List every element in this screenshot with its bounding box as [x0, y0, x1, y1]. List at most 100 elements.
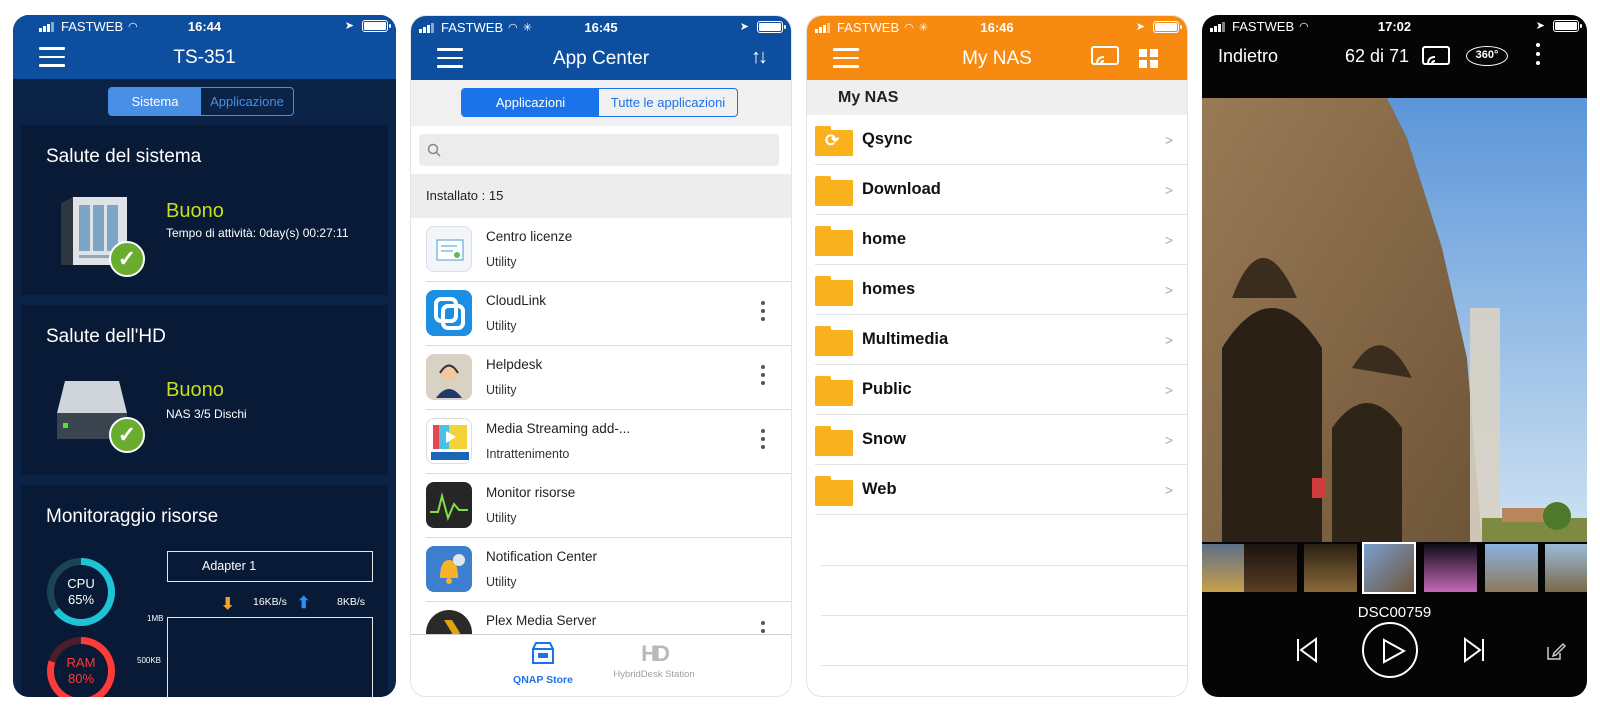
section-header: My NAS: [807, 80, 1187, 115]
chevron-right-icon: >: [1164, 132, 1173, 148]
cloudlink-icon: [426, 290, 472, 336]
adapter-select[interactable]: Adapter 1: [167, 551, 373, 582]
thumbnail-selected[interactable]: [1362, 542, 1416, 594]
license-center-icon: [426, 226, 472, 272]
folder-snow[interactable]: Snow >: [815, 415, 1187, 465]
hd-health-card[interactable]: Salute dell'HD ✓ Buono NAS 3/5 Dischi: [21, 305, 388, 475]
folder-name: Download: [862, 180, 941, 198]
ram-gauge: RAM 80%: [47, 637, 115, 697]
list-item[interactable]: Media Streaming add-... Intrattenimento: [411, 410, 791, 474]
chevron-right-icon: >: [1164, 382, 1173, 398]
status-good: Buono: [166, 379, 224, 401]
thumbnail[interactable]: [1545, 544, 1587, 592]
resource-monitor-icon: [426, 482, 472, 528]
status-bar: FASTWEB ◠ ✳ 16:45 ➤: [411, 16, 791, 40]
tab-applicazione[interactable]: Applicazione: [201, 88, 293, 115]
tab-tutte-le-applicazioni[interactable]: Tutte le applicazioni: [599, 89, 737, 116]
more-options-icon[interactable]: [761, 365, 767, 389]
divider: [821, 565, 1187, 566]
thumbnail[interactable]: [1244, 544, 1297, 592]
list-item[interactable]: CloudLink Utility: [411, 282, 791, 346]
app-name: Notification Center: [486, 549, 598, 564]
photo-image[interactable]: [1202, 98, 1587, 542]
card-title: Monitoraggio risorse: [46, 506, 219, 527]
app-category: Utility: [486, 319, 517, 333]
play-button[interactable]: [1362, 622, 1418, 678]
chevron-right-icon: >: [1164, 432, 1173, 448]
back-button[interactable]: Indietro: [1218, 46, 1278, 67]
battery-icon: [1153, 20, 1182, 33]
thumbnail[interactable]: [1304, 544, 1357, 592]
clock: 16:44: [187, 19, 222, 34]
clock: 16:45: [584, 20, 618, 35]
folder-public[interactable]: Public >: [815, 365, 1187, 415]
thumbnail[interactable]: [1485, 544, 1538, 592]
list-item[interactable]: Helpdesk Utility: [411, 346, 791, 410]
folder-list: ⟳ Qsync > Download > home > homes > Mult…: [807, 115, 1187, 696]
battery-icon: [757, 20, 786, 33]
tab-applicazioni[interactable]: Applicazioni: [462, 89, 599, 116]
phone-system-status: FASTWEB ◠ 16:44 ➤ TS-351 Sistema Applicaz…: [13, 15, 396, 697]
grid-view-icon[interactable]: [1139, 49, 1159, 74]
download-speed: 16KB/s: [253, 596, 287, 608]
cpu-label: CPU: [67, 576, 95, 591]
folder-multimedia[interactable]: Multimedia >: [815, 315, 1187, 365]
app-name: Plex Media Server: [486, 613, 597, 628]
more-options-icon[interactable]: [761, 429, 767, 453]
more-options-icon[interactable]: [1536, 43, 1542, 65]
list-item[interactable]: Monitor risorse Utility: [411, 474, 791, 538]
folder-download[interactable]: Download >: [815, 165, 1187, 215]
ram-value: 80%: [67, 671, 95, 686]
list-item[interactable]: Plex Media Server: [411, 602, 791, 634]
cpu-gauge: CPU 65%: [47, 558, 115, 626]
app-name: Centro licenze: [486, 229, 573, 244]
segmented-control: Applicazioni Tutte le applicazioni: [461, 88, 738, 117]
cast-icon[interactable]: [1091, 46, 1119, 73]
folder-home[interactable]: home >: [815, 215, 1187, 265]
page-title: TS-351: [173, 47, 236, 68]
previous-icon[interactable]: [1295, 637, 1319, 668]
tab-hybriddesk-station[interactable]: HD HybridDesk Station: [609, 641, 699, 680]
folder-homes[interactable]: homes >: [815, 265, 1187, 315]
edit-icon[interactable]: [1546, 641, 1567, 666]
location-icon: ➤: [344, 20, 354, 32]
tab-label: QNAP Store: [513, 674, 573, 686]
resource-monitor-card[interactable]: Monitoraggio risorse CPU 65% RAM 80% Adapt…: [21, 485, 388, 697]
play-icon: [1383, 638, 1406, 664]
more-options-icon[interactable]: [761, 621, 767, 634]
notification-center-icon: [426, 546, 472, 592]
qnap-store-icon: [532, 642, 554, 664]
bottom-tab-bar: QNAP Store HD HybridDesk Station: [411, 634, 791, 696]
qsync-folder-icon: ⟳: [815, 126, 853, 156]
app-category: Intrattenimento: [486, 447, 570, 461]
tab-qnap-store[interactable]: QNAP Store: [503, 641, 583, 686]
folder-qsync[interactable]: ⟳ Qsync >: [815, 115, 1187, 165]
status-good: Buono: [166, 200, 224, 222]
phone-my-nas: FASTWEB ◠ ✳ 16:46 ➤ My NAS My NAS ⟳ Qsync …: [806, 15, 1188, 697]
next-icon[interactable]: [1462, 637, 1486, 668]
list-item[interactable]: Notification Center Utility: [411, 538, 791, 602]
traffic-chart: [167, 617, 373, 697]
page-title: My NAS: [962, 48, 1032, 69]
folder-web[interactable]: Web >: [815, 465, 1187, 515]
phone-app-center: FASTWEB ◠ ✳ 16:45 ➤ App Center ↑↓ Applicaz…: [410, 15, 792, 697]
search-input[interactable]: [419, 134, 779, 166]
chevron-right-icon: >: [1164, 232, 1173, 248]
card-title: Salute dell'HD: [46, 326, 166, 347]
page-title: App Center: [552, 48, 650, 69]
status-bar: FASTWEB ◠ ✳ 16:46 ➤: [807, 16, 1187, 40]
system-health-card[interactable]: Salute del sistema ✓ Buono Tempo di atti…: [21, 125, 388, 295]
view-360-button[interactable]: 360°: [1466, 46, 1508, 66]
download-arrow-icon: ⬇: [221, 596, 235, 613]
upload-speed: 8KB/s: [337, 596, 366, 608]
more-options-icon[interactable]: [761, 301, 767, 325]
list-item[interactable]: Centro licenze Utility: [411, 218, 791, 282]
tab-sistema[interactable]: Sistema: [109, 88, 201, 115]
thumbnail[interactable]: [1424, 544, 1477, 592]
cast-icon[interactable]: [1422, 46, 1450, 73]
sort-icon[interactable]: ↑↓: [751, 46, 768, 69]
hybriddesk-icon: HD: [641, 641, 670, 666]
segmented-control: Sistema Applicazione: [108, 87, 294, 116]
cpu-value: 65%: [67, 592, 95, 607]
helpdesk-icon: [426, 354, 472, 400]
